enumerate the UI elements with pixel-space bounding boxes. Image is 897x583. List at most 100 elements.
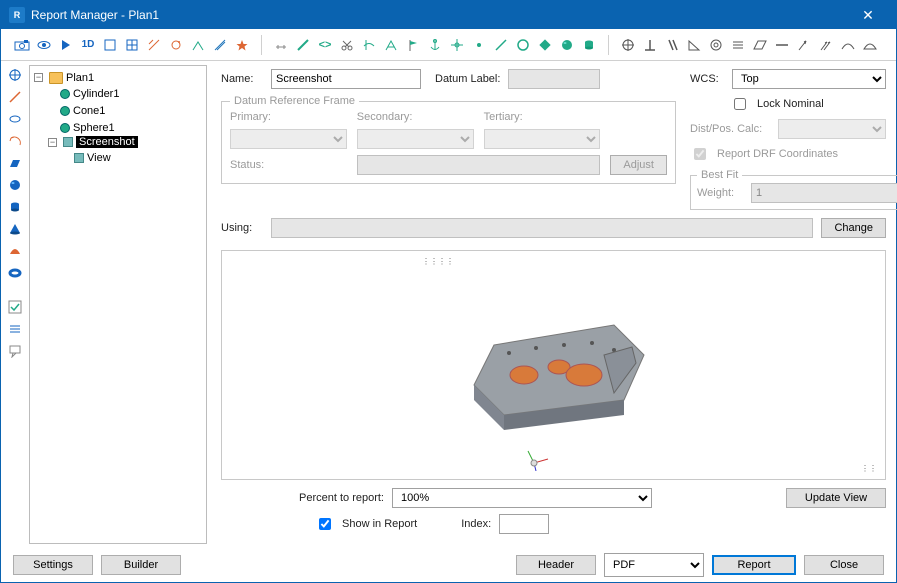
side-callout-icon[interactable] — [7, 343, 23, 359]
tool-anchor-icon[interactable] — [426, 36, 444, 54]
wcs-select[interactable]: Top — [732, 69, 886, 89]
percent-label: Percent to report: — [299, 492, 384, 504]
tool-sline-icon[interactable] — [492, 36, 510, 54]
close-icon[interactable]: ✕ — [848, 7, 888, 24]
tool-eye-icon[interactable] — [35, 36, 53, 54]
side-ellipse-icon[interactable] — [7, 111, 23, 127]
tool-seg-icon[interactable] — [272, 36, 290, 54]
tool-as2-icon[interactable] — [382, 36, 400, 54]
side-position-icon[interactable] — [7, 67, 23, 83]
tool-play-icon[interactable] — [57, 36, 75, 54]
side-plane-icon[interactable] — [7, 155, 23, 171]
tol-position-icon[interactable] — [619, 36, 637, 54]
tol-straight-icon[interactable] — [773, 36, 791, 54]
collapse-icon[interactable]: − — [48, 138, 57, 147]
update-view-button[interactable]: Update View — [786, 488, 886, 508]
top-toolbar: 1D <> — [1, 29, 896, 61]
tree-item-selected[interactable]: −Screenshot — [48, 136, 138, 148]
side-circle-icon[interactable] — [7, 177, 23, 193]
tool-star-icon[interactable] — [233, 36, 251, 54]
side-check-icon[interactable] — [7, 299, 23, 315]
bestfit-fieldset: Best Fit Weight: — [690, 169, 897, 210]
tool-dim2-icon[interactable] — [167, 36, 185, 54]
footer: Settings Builder Header PDF Report Close — [1, 548, 896, 582]
side-cone-icon[interactable] — [7, 221, 23, 237]
tol-totalrunout-icon[interactable] — [817, 36, 835, 54]
tree-item[interactable]: Cylinder1 — [48, 88, 119, 100]
tol-profline-icon[interactable] — [839, 36, 857, 54]
part-preview-icon — [444, 295, 664, 435]
tol-sym-icon[interactable] — [729, 36, 747, 54]
tool-grid-icon[interactable] — [123, 36, 141, 54]
tool-box-icon[interactable] — [101, 36, 119, 54]
tree-item[interactable]: View — [62, 152, 111, 164]
name-input[interactable] — [271, 69, 421, 89]
close-button[interactable]: Close — [804, 555, 884, 575]
datum-label-input — [508, 69, 600, 89]
tool-cyl-icon[interactable] — [580, 36, 598, 54]
drf-status-label: Status: — [230, 159, 347, 171]
collapse-icon[interactable]: − — [34, 73, 43, 82]
tol-perp-icon[interactable] — [641, 36, 659, 54]
show-in-report-checkbox[interactable] — [319, 518, 331, 530]
name-label: Name: — [221, 73, 263, 85]
report-button[interactable]: Report — [712, 555, 796, 575]
side-curve-icon[interactable] — [7, 243, 23, 259]
builder-button[interactable]: Builder — [101, 555, 181, 575]
tree-root[interactable]: − Plan1 — [34, 72, 94, 84]
bestfit-legend: Best Fit — [697, 169, 742, 181]
tree-item-label: View — [87, 152, 111, 164]
feature-icon — [60, 123, 70, 133]
tol-flat-icon[interactable] — [751, 36, 769, 54]
tool-pt-icon[interactable] — [470, 36, 488, 54]
tol-profsurf-icon[interactable] — [861, 36, 879, 54]
wcs-label: WCS: — [690, 73, 724, 85]
report-drf-checkbox — [694, 148, 706, 160]
percent-select[interactable]: 100% — [392, 488, 652, 508]
tool-sphere-icon[interactable] — [558, 36, 576, 54]
side-cylinder-icon[interactable] — [7, 199, 23, 215]
tree-item[interactable]: Sphere1 — [48, 122, 115, 134]
report-drf-label: Report DRF Coordinates — [717, 148, 838, 160]
plan-tree[interactable]: − Plan1 Cylinder1 Cone1 Sphere1 −Screens… — [32, 70, 204, 167]
lock-nominal-label: Lock Nominal — [757, 98, 824, 110]
tool-camera-icon[interactable] — [13, 36, 31, 54]
tool-circ-icon[interactable] — [514, 36, 532, 54]
header-button[interactable]: Header — [516, 555, 596, 575]
format-select[interactable]: PDF — [604, 553, 704, 577]
drf-fieldset: Datum Reference Frame Primary: Secondary… — [221, 95, 676, 184]
tol-parallel-icon[interactable] — [663, 36, 681, 54]
folder-icon — [49, 72, 63, 84]
tool-dim4-icon[interactable] — [211, 36, 229, 54]
tool-target-icon[interactable] — [448, 36, 466, 54]
tool-1d-icon[interactable]: 1D — [79, 36, 97, 54]
lock-nominal-checkbox[interactable] — [734, 98, 746, 110]
distpos-select — [778, 119, 886, 139]
tree-item[interactable]: Cone1 — [48, 105, 105, 117]
settings-button[interactable]: Settings — [13, 555, 93, 575]
tol-conc-icon[interactable] — [707, 36, 725, 54]
tool-dim1-icon[interactable] — [145, 36, 163, 54]
side-arc-icon[interactable] — [7, 133, 23, 149]
using-label: Using: — [221, 222, 263, 234]
tol-angle-icon[interactable] — [685, 36, 703, 54]
tool-ltgt-icon[interactable]: <> — [316, 36, 334, 54]
feature-icon — [60, 106, 70, 116]
drf-tertiary-label: Tertiary: — [484, 111, 601, 123]
side-torus-icon[interactable] — [7, 265, 23, 281]
tool-flag-icon[interactable] — [404, 36, 422, 54]
drf-primary-label: Primary: — [230, 111, 347, 123]
tol-runout-icon[interactable] — [795, 36, 813, 54]
tree-item-label: Cylinder1 — [73, 88, 119, 100]
side-line-icon[interactable] — [7, 89, 23, 105]
bestfit-weight-label: Weight: — [697, 187, 743, 199]
side-list-icon[interactable] — [7, 321, 23, 337]
tool-scissors-icon[interactable] — [338, 36, 356, 54]
tool-dim3-icon[interactable] — [189, 36, 207, 54]
tool-as1-icon[interactable] — [360, 36, 378, 54]
tool-line-icon[interactable] — [294, 36, 312, 54]
preview-corner-text: ⋮⋮ — [861, 464, 877, 473]
tool-diamond-icon[interactable] — [536, 36, 554, 54]
change-button[interactable]: Change — [821, 218, 886, 238]
index-input[interactable] — [499, 514, 549, 534]
